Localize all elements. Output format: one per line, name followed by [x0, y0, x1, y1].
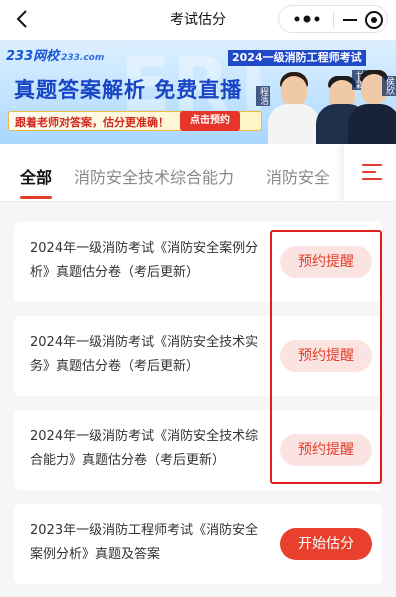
minimize-icon[interactable] — [343, 19, 357, 21]
hamburger-menu-icon[interactable] — [344, 144, 396, 201]
more-dots-icon[interactable] — [289, 11, 325, 27]
exam-title: 2023年一级消防工程师考试《消防安全案例分析》真题及答案 — [30, 523, 259, 562]
exam-title: 2024年一级消防考试《消防安全技术综合能力》真题估分卷（考后更新） — [30, 429, 259, 468]
active-tab-indicator — [20, 196, 52, 199]
teacher-name-3: 侯欣 — [382, 76, 396, 96]
remind-button[interactable]: 预约提醒 — [280, 340, 372, 372]
banner-headline: 真题答案解析 免费直播 — [14, 78, 243, 102]
exam-tag: 2024一级消防工程师考试 — [228, 50, 366, 66]
mini-program-capsule — [278, 5, 388, 33]
tab-all[interactable]: 全部 — [20, 164, 52, 188]
list-item[interactable]: 2024年一级消防考试《消防安全案例分析》真题估分卷（考后更新） 预约提醒 — [14, 222, 382, 302]
logo-sub: 233.com — [61, 53, 105, 63]
category-tabs: 全部 消防安全技术综合能力 消防安全 — [0, 144, 396, 202]
exam-title: 2024年一级消防考试《消防安全技术实务》真题估分卷（考后更新） — [30, 335, 259, 374]
list-item[interactable]: 2024年一级消防考试《消防安全技术综合能力》真题估分卷（考后更新） 预约提醒 — [14, 410, 382, 490]
book-live-button[interactable]: 点击预约 — [180, 111, 240, 131]
teacher-photo-1 — [268, 66, 320, 144]
list-item[interactable]: 2023年一级消防工程师考试《消防安全案例分析》真题及答案 开始估分 — [14, 504, 382, 584]
capsule-divider — [333, 12, 334, 28]
promo-banner[interactable]: ERT 233网校 233.com 2024一级消防工程师考试 真题答案解析 免费… — [0, 40, 396, 144]
remind-button[interactable]: 预约提醒 — [280, 434, 372, 466]
tab-comprehensive-ability[interactable]: 消防安全技术综合能力 — [74, 164, 234, 188]
list-item[interactable]: 2024年一级消防考试《消防安全技术实务》真题估分卷（考后更新） 预约提醒 — [14, 316, 382, 396]
teacher-name-1: 程浩 — [256, 86, 270, 106]
navbar: 考试估分 — [0, 0, 396, 40]
exam-list: 2024年一级消防考试《消防安全案例分析》真题估分卷（考后更新） 预约提醒 20… — [0, 202, 396, 597]
banner-logo: 233网校 233.com — [6, 45, 104, 64]
remind-button[interactable]: 预约提醒 — [280, 246, 372, 278]
banner-cta-text: 跟着老师对答案，估分更准确！ — [15, 116, 169, 129]
start-estimate-button[interactable]: 开始估分 — [280, 528, 372, 560]
target-icon[interactable] — [365, 11, 383, 29]
exam-title: 2024年一级消防考试《消防安全案例分析》真题估分卷（考后更新） — [30, 241, 259, 280]
logo-text: 233网校 — [6, 49, 60, 64]
